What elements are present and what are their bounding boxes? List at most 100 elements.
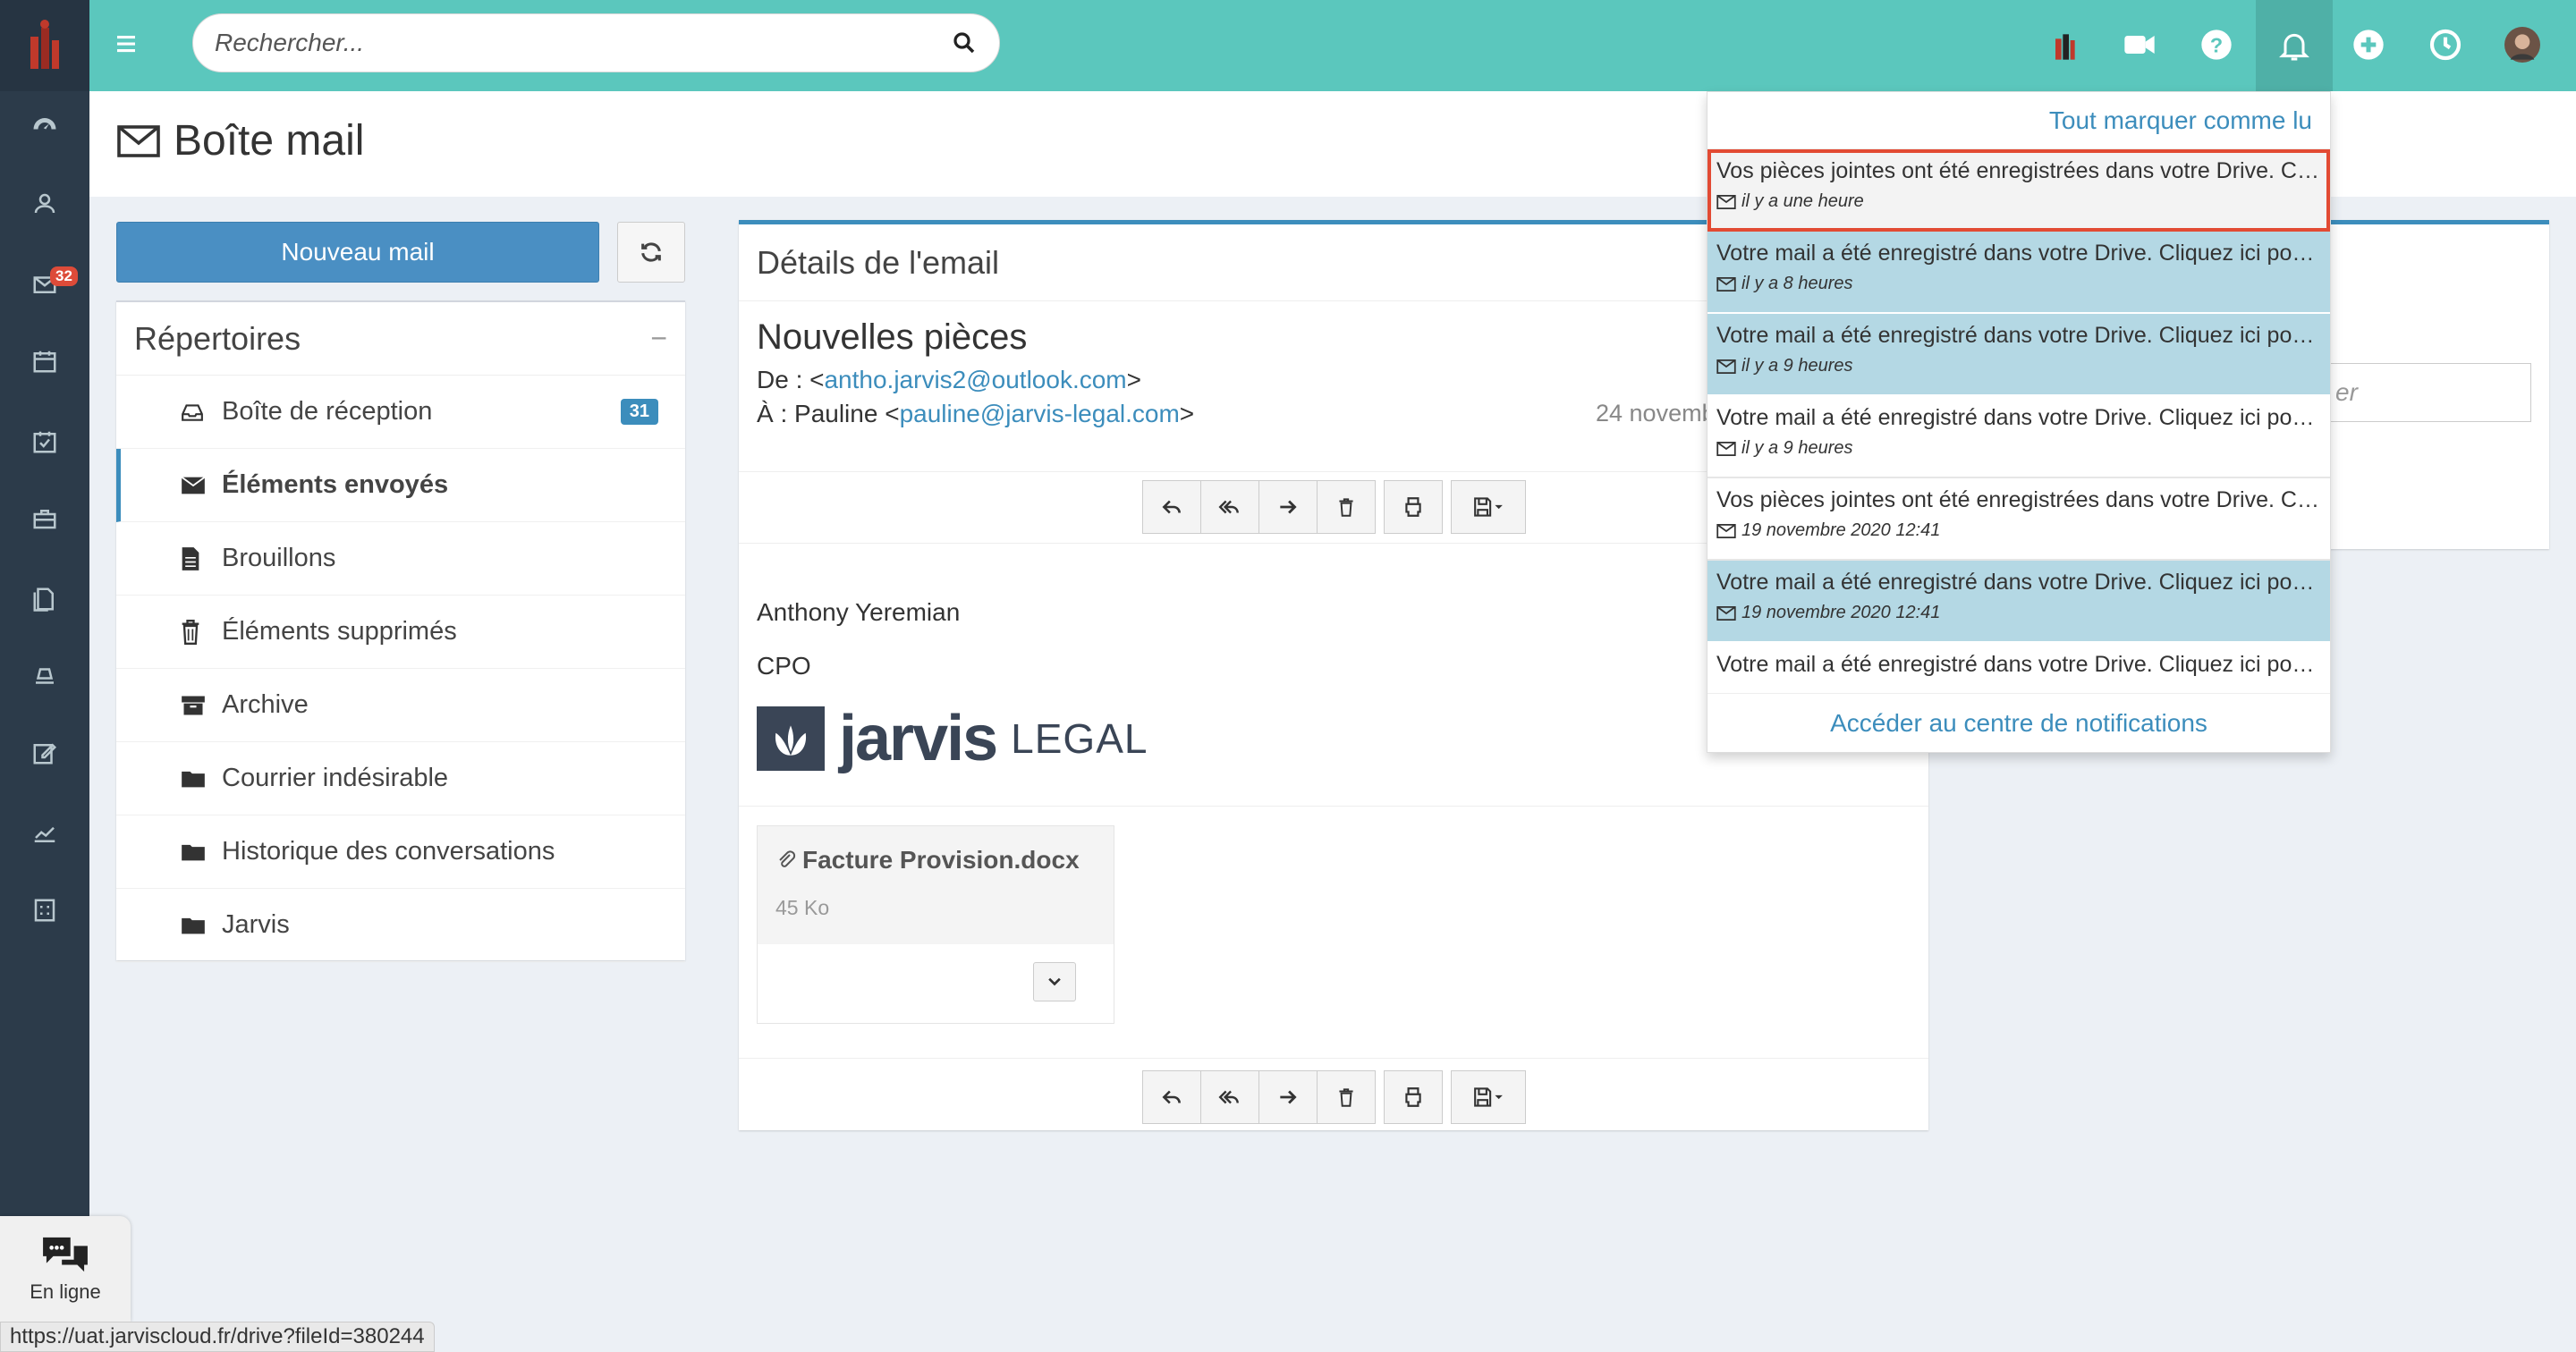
add-button[interactable] [2343, 20, 2394, 70]
svg-text:?: ? [2210, 33, 2223, 56]
folder-deleted[interactable]: Éléments supprimés [116, 596, 685, 669]
reply-all-icon [1218, 1090, 1239, 1104]
folder-sent[interactable]: Éléments envoyés [116, 449, 685, 522]
tasks-icon [33, 431, 56, 453]
folder-drafts[interactable]: Brouillons [116, 522, 685, 596]
notification-center-link[interactable]: Accéder au centre de notifications [1707, 693, 2330, 752]
help-button[interactable]: ? [2191, 20, 2241, 70]
from-email-link[interactable]: antho.jarvis2@outlook.com [824, 366, 1126, 393]
sidebar-item-edit[interactable] [0, 726, 89, 780]
email-to: À : Pauline <pauline@jarvis-legal.com> [757, 400, 1194, 428]
folder-label: Brouillons [222, 544, 336, 572]
reply-button[interactable] [1142, 1070, 1201, 1124]
sidebar-item-calculator[interactable] [0, 883, 89, 937]
reply-all-button[interactable] [1200, 480, 1259, 534]
print-button[interactable] [1384, 1070, 1443, 1124]
edit-icon [33, 743, 57, 765]
print-button[interactable] [1384, 480, 1443, 534]
sidebar-item-billing[interactable] [0, 649, 89, 703]
sidebar-item-documents[interactable] [0, 572, 89, 626]
trash-icon [1339, 498, 1353, 517]
sidebar-item-cases[interactable] [0, 492, 89, 545]
chat-widget[interactable]: En ligne [0, 1216, 131, 1322]
notification-item[interactable]: Votre mail a été enregistré dans votre D… [1707, 396, 2330, 478]
forward-button[interactable] [1258, 1070, 1318, 1124]
video-button[interactable] [2114, 20, 2165, 70]
reply-button[interactable] [1142, 480, 1201, 534]
notification-item[interactable]: Votre mail a été enregistré dans votre D… [1707, 232, 2330, 314]
notification-item[interactable]: Votre mail a été enregistré dans votre D… [1707, 314, 2330, 396]
menu-toggle-icon[interactable] [113, 30, 140, 57]
briefcase-icon [33, 510, 56, 529]
chat-status-label: En ligne [30, 1280, 101, 1303]
notification-item[interactable]: Vos pièces jointes ont été enregistrées … [1707, 149, 2330, 232]
delete-button[interactable] [1317, 1070, 1376, 1124]
mark-all-read-link[interactable]: Tout marquer comme lu [1707, 92, 2330, 149]
help-icon: ? [2201, 30, 2232, 60]
dashboard-icon [33, 118, 56, 130]
jarvis-legal-logo-icon [757, 706, 825, 771]
sidebar-item-stats[interactable] [0, 807, 89, 860]
signature-logo: jarvis LEGAL [757, 702, 1148, 775]
sidebar-item-mail[interactable]: 32 [0, 258, 89, 311]
page-title-text: Boîte mail [174, 117, 365, 165]
folder-icon [181, 769, 213, 789]
sidebar-item-contacts[interactable] [0, 177, 89, 231]
bell-icon [2279, 33, 2309, 61]
reply-all-button[interactable] [1200, 1070, 1259, 1124]
email-date: 24 novemb [1596, 400, 1716, 427]
notifications-button[interactable] [2256, 0, 2333, 91]
calculator-icon [34, 899, 55, 922]
notification-time-text: 19 novembre 2020 12:41 [1741, 520, 1941, 540]
search-icon[interactable] [951, 30, 978, 56]
collapse-button[interactable]: − [650, 322, 667, 355]
envelope-icon [1716, 523, 1736, 538]
attachment-name[interactable]: Facture Provision.docx [775, 846, 1096, 875]
user-avatar[interactable] [2497, 20, 2547, 70]
search-input[interactable] [215, 29, 951, 57]
attachment-card: Facture Provision.docx 45 Ko [757, 825, 1114, 1024]
folder-archive[interactable]: Archive [116, 669, 685, 742]
attachment-menu-button[interactable] [1033, 962, 1076, 1001]
search-bar [192, 13, 1000, 72]
trash-icon [181, 619, 213, 645]
sidebar-item-calendar[interactable] [0, 334, 89, 388]
archive-icon [181, 695, 213, 716]
logo-text: jarvis [839, 703, 998, 774]
divider [739, 806, 1928, 807]
sidebar-item-dashboard[interactable] [0, 100, 89, 154]
app-logo[interactable] [0, 0, 89, 91]
history-button[interactable] [2420, 20, 2470, 70]
notification-text: Votre mail a été enregistré dans votre D… [1716, 241, 2321, 266]
folder-inbox[interactable]: Boîte de réception 31 [116, 376, 685, 449]
reply-icon [1162, 1090, 1181, 1104]
folder-junk[interactable]: Courrier indésirable [116, 742, 685, 815]
notification-item[interactable]: Votre mail a été enregistré dans votre D… [1707, 561, 2330, 643]
forward-button[interactable] [1258, 480, 1318, 534]
envelope-icon [181, 476, 213, 495]
print-icon [1405, 1087, 1421, 1107]
delete-button[interactable] [1317, 480, 1376, 534]
avatar-icon [2504, 27, 2540, 63]
folder-jarvis[interactable]: Jarvis [116, 889, 685, 962]
sidebar-item-tasks[interactable] [0, 415, 89, 469]
from-end: > [1126, 366, 1141, 393]
notification-text: Votre mail a été enregistré dans votre D… [1716, 570, 2321, 595]
save-dropdown-button[interactable] [1451, 1070, 1526, 1124]
divider [739, 1058, 1928, 1059]
contacts-icon [34, 193, 55, 214]
new-mail-button[interactable]: Nouveau mail [116, 222, 599, 283]
refresh-icon [641, 242, 661, 262]
reply-all-icon [1218, 500, 1239, 514]
notification-item[interactable]: Vos pièces jointes ont été enregistrées … [1707, 478, 2330, 561]
folder-history[interactable]: Historique des conversations [116, 815, 685, 889]
save-dropdown-button[interactable] [1451, 480, 1526, 534]
refresh-button[interactable] [617, 222, 685, 283]
to-end: > [1179, 400, 1195, 427]
paperclip-icon [779, 850, 796, 867]
to-email-link[interactable]: pauline@jarvis-legal.com [900, 400, 1180, 427]
notification-item[interactable]: Votre mail a été enregistré dans votre D… [1707, 643, 2330, 686]
jarvis-app-button[interactable] [2039, 20, 2089, 70]
envelope-icon [117, 124, 160, 157]
envelope-icon [1716, 194, 1736, 209]
